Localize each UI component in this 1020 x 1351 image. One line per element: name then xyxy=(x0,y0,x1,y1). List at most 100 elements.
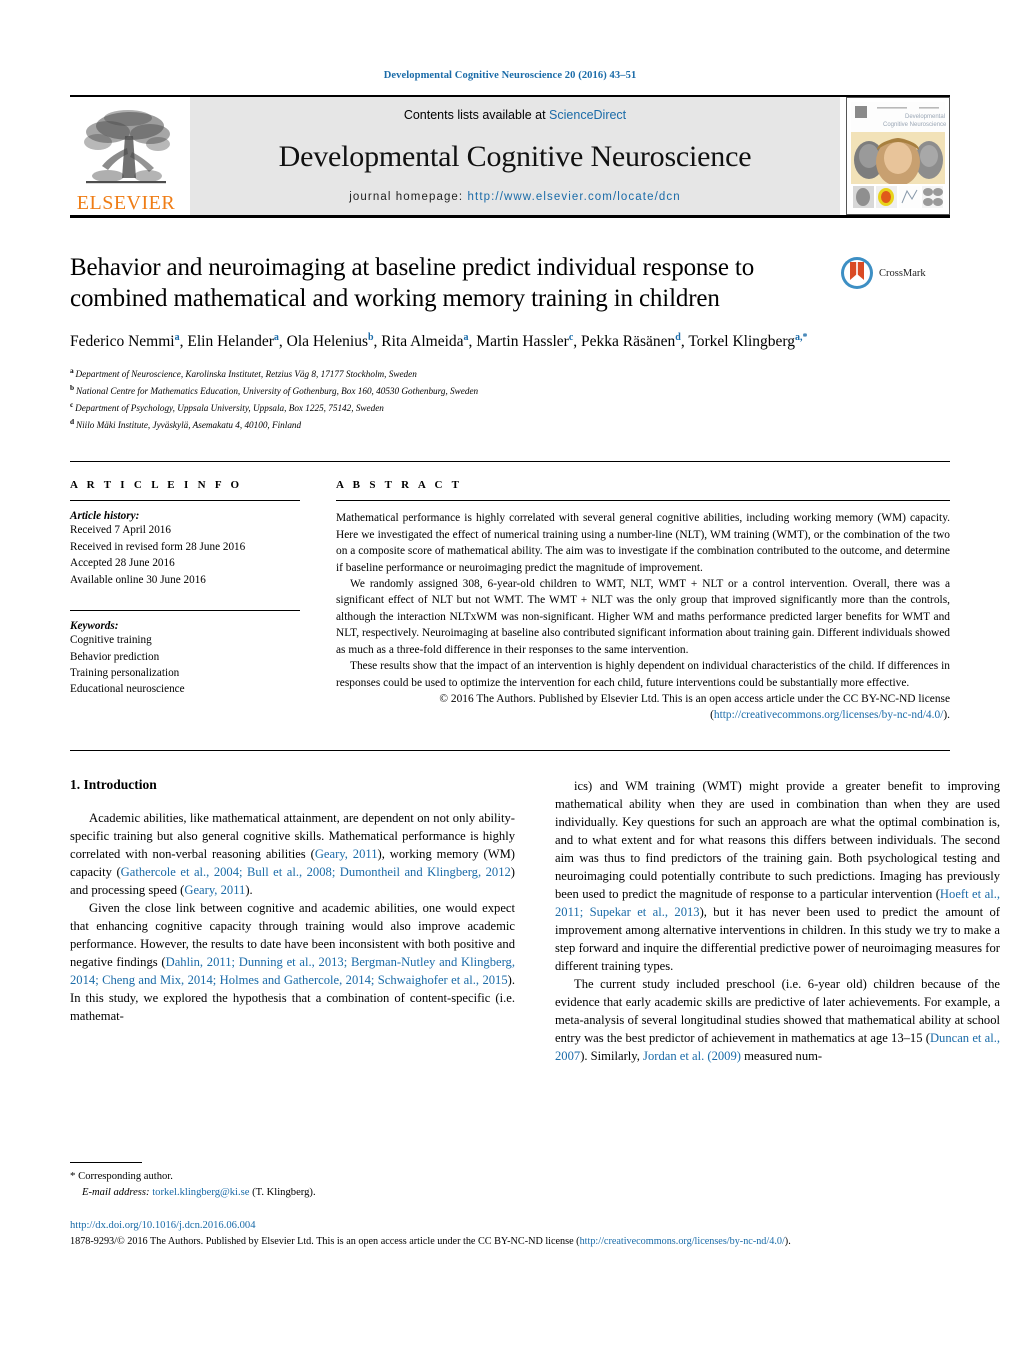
affiliation-item: a Department of Neuroscience, Karolinska… xyxy=(70,365,830,382)
article-info-heading: A R T I C L E I N F O xyxy=(70,479,243,492)
footer-license-link[interactable]: http://creativecommons.org/licenses/by-n… xyxy=(580,1236,785,1247)
body-paragraph: Given the close link between cognitive a… xyxy=(70,899,515,1025)
journal-title: Developmental Cognitive Neuroscience xyxy=(278,139,752,173)
citation-link[interactable]: Geary, 2011 xyxy=(184,883,245,897)
svg-text:Cognitive Neuroscience: Cognitive Neuroscience xyxy=(883,122,947,128)
author-affiliation-mark: c xyxy=(568,332,574,343)
journal-cover-thumbnail: Developmental Cognitive Neuroscience xyxy=(846,97,950,215)
abstract-column: A B S T R A C T Mathematical performance… xyxy=(318,479,950,723)
affiliation-item: b National Centre for Mathematics Educat… xyxy=(70,382,830,399)
author-affiliation-mark: a xyxy=(463,332,469,343)
section-title-introduction: 1. Introduction xyxy=(70,776,157,792)
article-history-list: Received 7 April 2016 Received in revised… xyxy=(70,522,300,588)
crossmark-icon xyxy=(841,257,873,289)
affiliation-list: a Department of Neuroscience, Karolinska… xyxy=(70,365,830,433)
footnote-corresponding-text: Corresponding author. xyxy=(75,1171,173,1182)
copyright-line: 1878-9293/© 2016 The Authors. Published … xyxy=(70,1235,960,1250)
journal-homepage-line: journal homepage: http://www.elsevier.co… xyxy=(349,191,680,203)
info-top-rule xyxy=(70,461,950,463)
cover-art: Developmental Cognitive Neuroscience xyxy=(847,98,949,214)
svg-text:Developmental: Developmental xyxy=(905,114,945,120)
doi-link[interactable]: http://dx.doi.org/10.1016/j.dcn.2016.06.… xyxy=(70,1218,960,1234)
author-affiliation-mark: b xyxy=(367,332,374,343)
article-history-item: Received in revised form 28 June 2016 xyxy=(70,540,246,553)
banner-center: Contents lists available at ScienceDirec… xyxy=(190,97,840,215)
keywords-rule xyxy=(70,610,300,612)
author-affiliation-mark: d xyxy=(675,332,681,343)
footnote-email-link[interactable]: torkel.klingberg@ki.se xyxy=(152,1187,249,1198)
paragraph-text: ). xyxy=(245,882,253,897)
elsevier-wordmark: ELSEVIER xyxy=(76,192,176,214)
keyword-item: Behavior prediction xyxy=(70,650,160,663)
copyright-suffix: ). xyxy=(784,1235,791,1247)
author-name: Rita Almeida xyxy=(381,333,464,351)
article-page: Developmental Cognitive Neuroscience 20 … xyxy=(0,0,1020,1351)
author-name: Federico Nemmi xyxy=(70,333,175,351)
abstract-rule xyxy=(336,500,950,502)
citation-link[interactable]: Gathercole et al., 2004; Bull et al., 20… xyxy=(121,865,511,879)
body-column-left: 1. Introduction Academic abilities, like… xyxy=(70,777,515,1065)
body-paragraph: Academic abilities, like mathematical at… xyxy=(70,809,515,899)
abstract-license-link[interactable]: http://creativecommons.org/licenses/by-n… xyxy=(714,709,943,721)
banner-bottom-rule xyxy=(70,215,950,218)
page-title: Behavior and neuroimaging at baseline pr… xyxy=(70,254,755,312)
abstract-heading: A B S T R A C T xyxy=(336,479,463,492)
footnote-corresponding-line: * Corresponding author. xyxy=(70,1169,515,1185)
crossmark-badge[interactable]: CrossMark xyxy=(840,256,950,290)
paragraph-text: ics) and WM training (WMT) might provide… xyxy=(555,778,1000,901)
keyword-item: Cognitive training xyxy=(70,634,152,647)
elsevier-tree-icon xyxy=(84,110,170,184)
crossmark-label: CrossMark xyxy=(879,267,926,279)
keyword-item: Training personalization xyxy=(70,667,180,679)
info-abstract-row: A R T I C L E I N F O Article history: R… xyxy=(70,479,950,723)
paragraph-text: measured num- xyxy=(740,1048,823,1063)
body-columns: 1. Introduction Academic abilities, like… xyxy=(70,777,1000,1065)
keyword-item: Educational neuroscience xyxy=(70,683,185,696)
author-affiliation-mark: a xyxy=(174,332,180,343)
abstract-copyright: © 2016 The Authors. Published by Elsevie… xyxy=(336,691,950,724)
copyright-prefix: 1878-9293/© 2016 The Authors. Published … xyxy=(70,1235,580,1247)
license-suffix: ). xyxy=(943,709,950,722)
author-name: Ola Helenius xyxy=(286,333,368,351)
keywords-title: Keywords: xyxy=(70,620,119,633)
article-history-item: Received 7 April 2016 xyxy=(70,524,171,537)
corresponding-author-footnote: * Corresponding author. E-mail address: … xyxy=(70,1162,515,1200)
affiliation-text: National Centre for Mathematics Educatio… xyxy=(75,386,479,397)
page-footer: http://dx.doi.org/10.1016/j.dcn.2016.06.… xyxy=(70,1218,960,1250)
keywords-list: Cognitive training Behavior prediction Tra… xyxy=(70,632,300,698)
footnote-email-line: E-mail address: torkel.klingberg@ki.se (… xyxy=(70,1185,515,1200)
footnote-email-owner: (T. Klingberg). xyxy=(252,1186,316,1198)
affiliation-text: Department of Psychology, Uppsala Univer… xyxy=(75,403,384,414)
homepage-url-link[interactable]: http://www.elsevier.com/locate/dcn xyxy=(468,191,681,203)
contents-prefix: Contents lists available at xyxy=(403,108,550,122)
citation-link[interactable]: Geary, 2011 xyxy=(315,847,378,861)
article-info-column: A R T I C L E I N F O Article history: R… xyxy=(70,479,318,723)
running-head: Developmental Cognitive Neuroscience 20 … xyxy=(383,70,637,81)
abstract-paragraph: These results show that the impact of an… xyxy=(336,660,950,689)
journal-banner: ELSEVIER Contents lists available at Sci… xyxy=(70,97,950,215)
homepage-label: journal homepage: xyxy=(349,191,464,203)
affiliation-text: Niilo Mäki Institute, Jyväskylä, Asemaka… xyxy=(75,420,302,431)
body-column-right: ics) and WM training (WMT) might provide… xyxy=(555,777,1000,1065)
paragraph-text: ). Similarly, xyxy=(580,1048,644,1063)
intro-right-paragraphs: ics) and WM training (WMT) might provide… xyxy=(555,777,1000,1065)
author-name: Elin Helander xyxy=(187,333,274,351)
article-history-item: Accepted 28 June 2016 xyxy=(70,557,175,570)
abstract-body: Mathematical performance is highly corre… xyxy=(336,510,950,723)
author-name: Pekka Räsänen xyxy=(581,333,676,351)
intro-left-paragraphs: Academic abilities, like mathematical at… xyxy=(70,809,515,1025)
contents-line: Contents lists available at ScienceDirec… xyxy=(404,108,626,122)
body-paragraph: ics) and WM training (WMT) might provide… xyxy=(555,777,1000,975)
affiliation-text: Department of Neuroscience, Karolinska I… xyxy=(75,369,417,380)
author-name: Torkel Klingberg xyxy=(688,333,796,351)
body-paragraph: The current study included preschool (i.… xyxy=(555,975,1000,1065)
affiliation-item: c Department of Psychology, Uppsala Univ… xyxy=(70,399,830,416)
citation-link[interactable]: Jordan et al. (2009) xyxy=(643,1049,741,1063)
article-info-rule xyxy=(70,500,300,502)
sciencedirect-link[interactable]: ScienceDirect xyxy=(549,108,626,122)
footnote-email-label: E-mail address: xyxy=(82,1186,150,1198)
author-affiliation-mark: a xyxy=(273,332,279,343)
author-name: Martin Hassler xyxy=(476,333,569,351)
abstract-bottom-rule xyxy=(70,749,950,751)
elsevier-logo: ELSEVIER xyxy=(70,97,182,215)
